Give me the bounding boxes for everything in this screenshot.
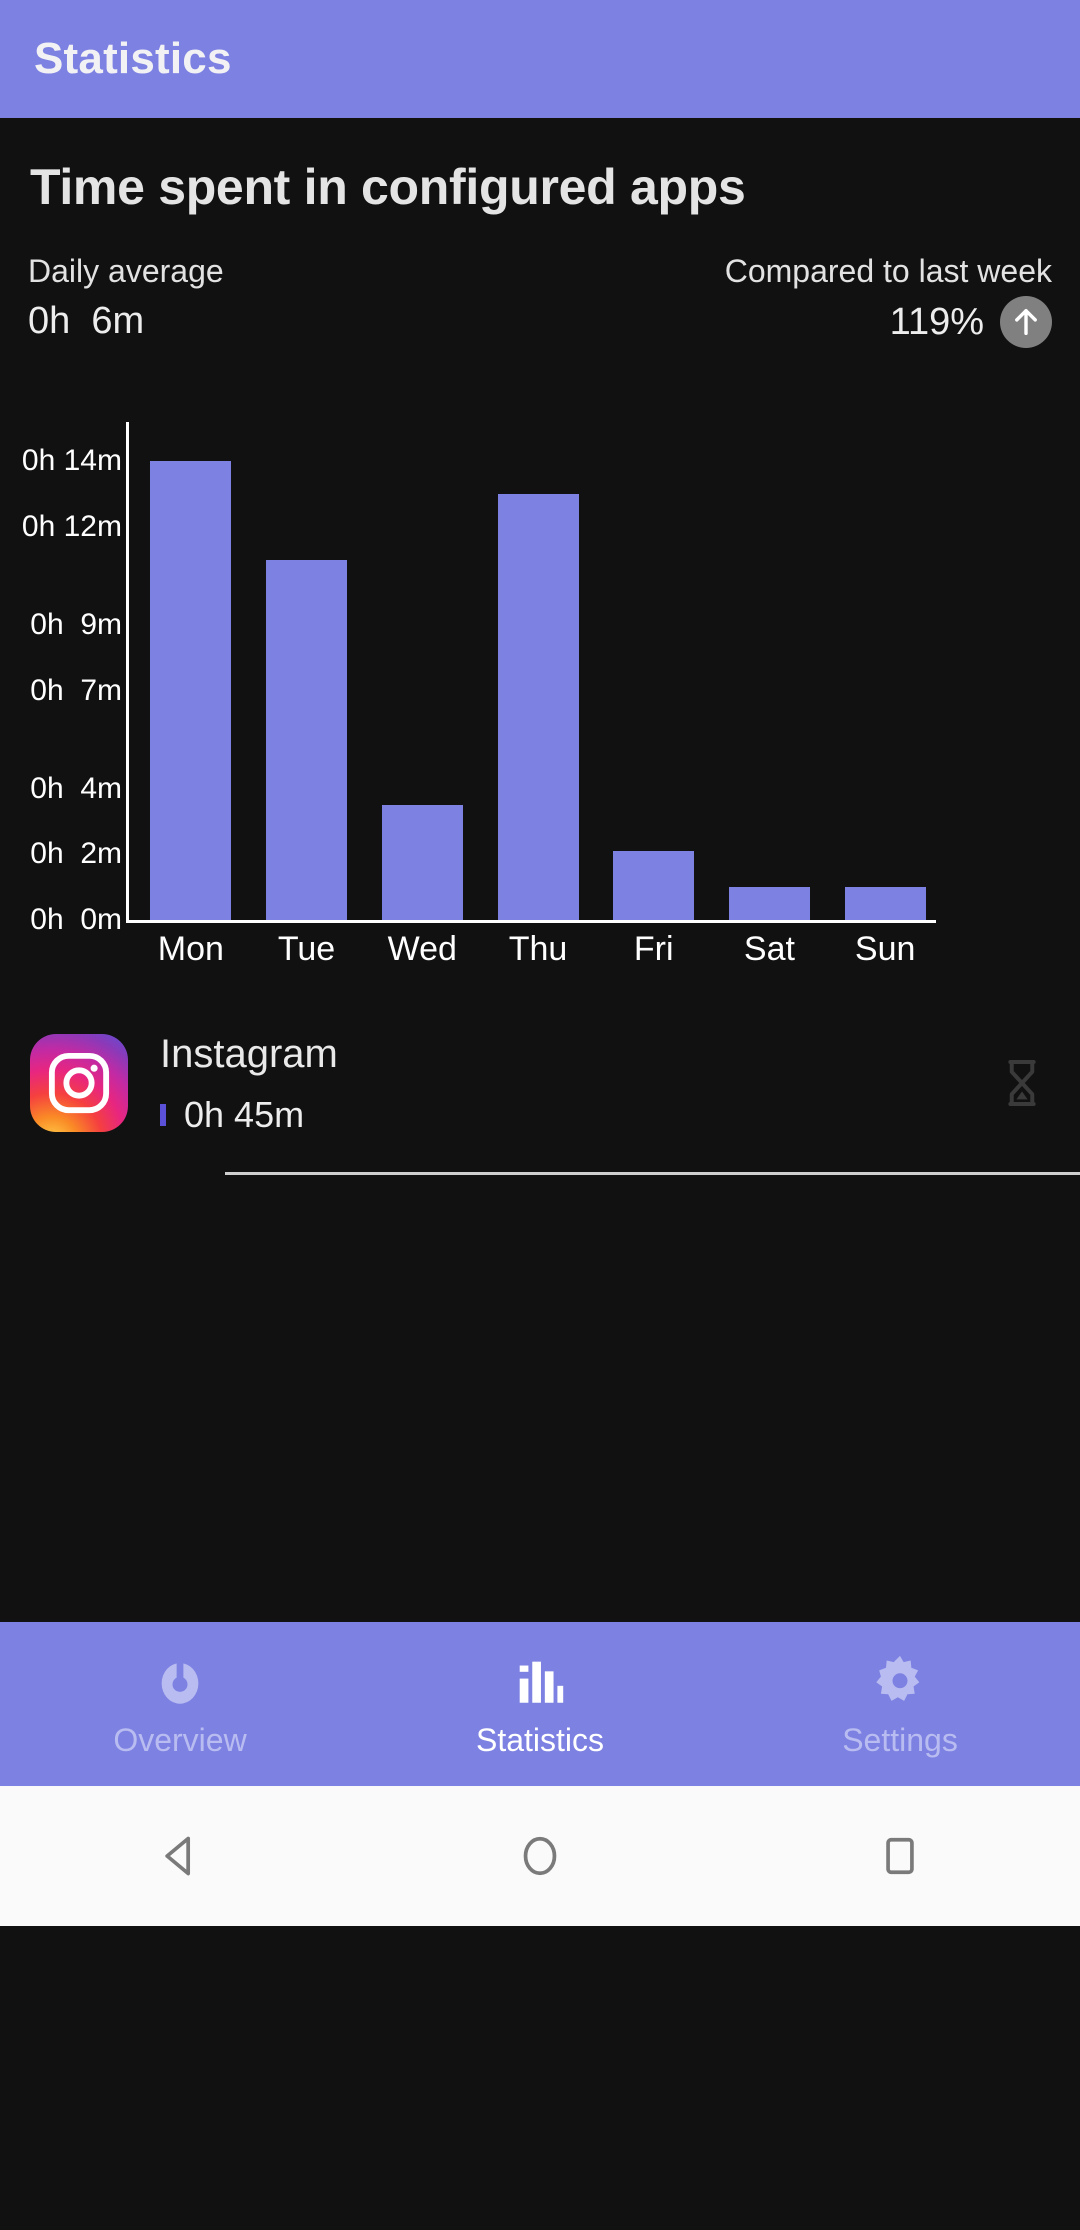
chart-bar-fri[interactable]: [613, 851, 695, 920]
chart-bar-sun[interactable]: [844, 887, 926, 920]
summary-row: Daily average 0h 6m Compared to last wee…: [0, 216, 1080, 348]
app-usage-row[interactable]: Instagram 0h 45m: [0, 1018, 1080, 1148]
nav-tab-label: Overview: [113, 1721, 247, 1758]
main-content: Time spent in configured apps Daily aver…: [0, 118, 1080, 1926]
chart-bars: [133, 422, 943, 920]
chart-x-tick: Tue: [277, 930, 336, 968]
card-heading: Time spent in configured apps: [30, 159, 746, 215]
chart-x-tick: Mon: [157, 930, 224, 968]
compare-block: Compared to last week 119%: [725, 250, 1052, 348]
bottom-navigation: Overview Statistics Settings: [0, 1622, 1080, 1786]
chart-x-axis-labels: Mon Tue Wed Thu Fri Sat Sun: [133, 930, 943, 990]
chart-x-tick: Sat: [743, 930, 795, 968]
daily-average-block: Daily average 0h 6m: [28, 250, 224, 346]
hourglass-icon[interactable]: [992, 1053, 1052, 1113]
chart-bar-thu[interactable]: [497, 494, 579, 920]
recents-square-icon[interactable]: [840, 1806, 960, 1906]
system-navigation-bar: [0, 1786, 1080, 1926]
nav-tab-statistics[interactable]: Statistics: [360, 1622, 720, 1786]
chart-bar-wed[interactable]: [381, 805, 463, 920]
bar-chart-icon: [511, 1650, 569, 1712]
chart-y-tick: 0h 2m: [30, 837, 122, 871]
instagram-glyph: [30, 1034, 128, 1132]
app-usage-time: 0h 45m: [184, 1094, 305, 1135]
timer-icon: [151, 1650, 209, 1712]
app-name: Instagram: [160, 1032, 338, 1076]
chart-bar-sat[interactable]: [728, 887, 810, 920]
usage-bar-indicator: [160, 1104, 166, 1126]
chart-y-axis-line: [126, 422, 129, 922]
chart-y-tick: 0h 7m: [30, 673, 122, 707]
app-text-block: Instagram 0h 45m: [128, 1029, 992, 1137]
instagram-icon: [30, 1034, 128, 1132]
chart-canvas: 0h 14m 0h 12m 0h 9m 0h 7m 0h 4m 0h 2m 0h 0m Mo…: [0, 422, 1080, 982]
nav-tab-label: Settings: [842, 1721, 958, 1758]
chart-bar-tue[interactable]: [266, 559, 348, 920]
nav-tab-overview[interactable]: Overview: [0, 1622, 360, 1786]
chart-y-tick: 0h 0m: [30, 903, 122, 936]
chart-x-axis-line: [126, 920, 936, 923]
compare-percent: 119%: [889, 301, 984, 343]
gear-icon: [871, 1650, 929, 1712]
chart-y-axis-labels: 0h 14m 0h 12m 0h 9m 0h 7m 0h 4m 0h 2m 0h 0m: [18, 422, 122, 936]
back-triangle-icon[interactable]: [120, 1806, 240, 1906]
home-circle-icon[interactable]: [480, 1806, 600, 1906]
weekly-usage-chart: 0h 14m 0h 12m 0h 9m 0h 7m 0h 4m 0h 2m 0h 0m Mo…: [0, 422, 1080, 982]
nav-tab-label: Statistics: [475, 1721, 605, 1758]
page-title: Statistics: [34, 34, 232, 83]
app-usage-sub: 0h 45m: [160, 1093, 992, 1137]
chart-x-tick: Thu: [508, 930, 568, 968]
nav-tab-settings[interactable]: Settings: [720, 1622, 1080, 1786]
daily-average-label: Daily average: [28, 253, 224, 289]
compare-label: Compared to last week: [724, 253, 1052, 289]
list-divider: [225, 1172, 1080, 1175]
compare-value-row: 119%: [725, 296, 1052, 348]
chart-y-tick: 0h 4m: [30, 771, 122, 805]
chart-y-tick: 0h 12m: [21, 509, 122, 543]
app-usage-list: Instagram 0h 45m: [0, 1018, 1080, 1175]
app-bar: Statistics: [0, 0, 1080, 118]
arrow-up-icon: [1000, 296, 1052, 348]
chart-bar-mon[interactable]: [150, 461, 232, 920]
chart-x-tick: Sun: [854, 930, 916, 968]
chart-y-tick: 0h 9m: [30, 608, 122, 642]
chart-x-tick: Wed: [387, 930, 457, 968]
chart-y-tick: 0h 14m: [21, 444, 122, 478]
daily-average-value: 0h 6m: [28, 300, 145, 342]
chart-x-tick: Fri: [633, 930, 674, 968]
